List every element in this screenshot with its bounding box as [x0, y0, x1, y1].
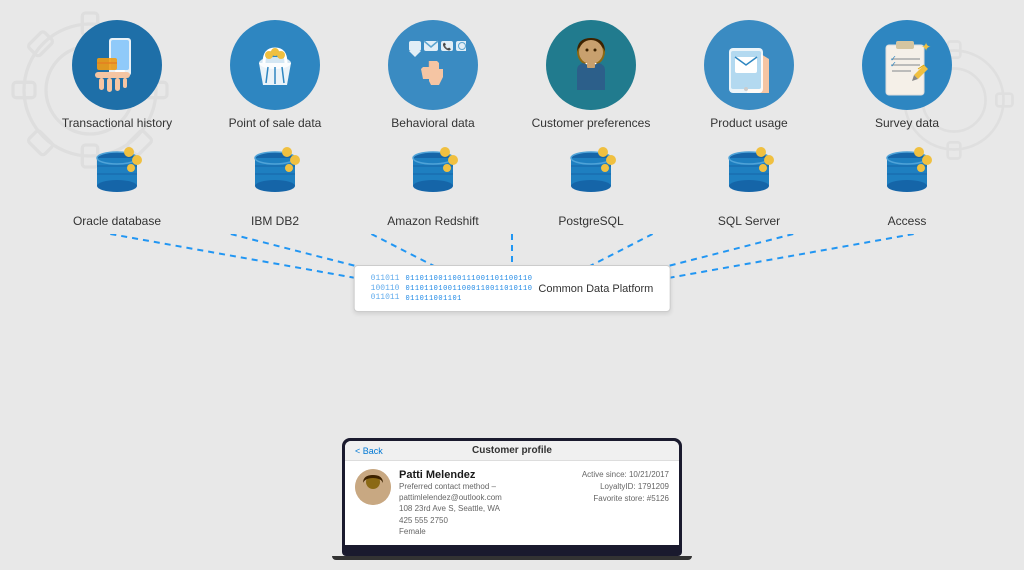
basket-icon [244, 33, 306, 98]
laptop-stand [332, 556, 692, 560]
person-icon [559, 30, 624, 100]
cdp-binary: 011011100110011011 [371, 274, 400, 303]
cdp-binary-row1: 011011001100111001101100110 [405, 275, 532, 283]
laptop-screen-inner: < Back Customer profile Patti Me [345, 441, 679, 545]
tablet-icon [717, 33, 782, 98]
clipboard-icon: ✓ ✓ ✦ [876, 33, 938, 98]
data-sources-row: Transactional history [30, 20, 994, 130]
transactional-icon-circle [72, 20, 162, 110]
oracle-db-icon [87, 144, 147, 202]
avatar [355, 469, 391, 505]
profile-loyalty-id: LoyaltyID: 1791209 [582, 481, 669, 493]
cdp-box: 011011100110011011 011011001100111001101… [354, 265, 671, 312]
access-label: Access [888, 214, 927, 228]
preferences-label: Customer preferences [532, 116, 651, 130]
data-item-product: Product usage [679, 20, 819, 130]
behavioral-icon-circle: 📞 [388, 20, 478, 110]
svg-text:✓: ✓ [890, 60, 897, 69]
sqlserver-db-icon [719, 144, 779, 202]
convergence-area: 011011100110011011 011011001100111001101… [30, 234, 994, 314]
avatar-svg [355, 469, 391, 505]
cdp-binary-row2: 011011010011000110011010110 [405, 285, 532, 293]
postgresql-label: PostgreSQL [558, 214, 623, 228]
laptop-screen: < Back Customer profile Patti Me [342, 438, 682, 548]
profile-active-since: Active since: 10/21/2017 [582, 469, 669, 481]
profile-info: Patti Melendez Preferred contact method … [399, 469, 574, 537]
profile-gender: Female [399, 526, 574, 537]
data-item-preferences: Customer preferences [521, 20, 661, 130]
phone-icon [87, 30, 147, 100]
sqlserver-icon-wrapper [714, 138, 784, 208]
behavioral-label: Behavioral data [391, 116, 474, 130]
survey-icon-circle: ✓ ✓ ✦ [862, 20, 952, 110]
data-item-transactional: Transactional history [47, 20, 187, 130]
db-item-redshift: Amazon Redshift [363, 138, 503, 228]
db-item-ibm: IBM DB2 [205, 138, 345, 228]
pos-icon-circle [230, 20, 320, 110]
oracle-icon-wrapper [82, 138, 152, 208]
redshift-db-icon [403, 144, 463, 202]
profile-name: Patti Melendez [399, 469, 574, 481]
pos-label: Point of sale data [229, 116, 322, 130]
profile-favorite-store: Favorite store: #5126 [582, 493, 669, 505]
cdp-container: 011011100110011011 011011001100111001101… [354, 265, 671, 312]
data-item-behavioral: 📞 Behavioral data [363, 20, 503, 130]
transactional-label: Transactional history [62, 116, 172, 130]
db-item-sqlserver: SQL Server [679, 138, 819, 228]
ibm-label: IBM DB2 [251, 214, 299, 228]
cdp-binary-row3: 011011001101 [405, 295, 532, 303]
access-icon-wrapper [872, 138, 942, 208]
product-icon-circle [704, 20, 794, 110]
database-sources-row: Oracle database IBM DB2 [30, 138, 994, 228]
profile-stats: Active since: 10/21/2017 LoyaltyID: 1791… [582, 469, 669, 505]
profile-header-bar: < Back Customer profile [345, 441, 679, 461]
db-item-oracle: Oracle database [47, 138, 187, 228]
access-db-icon [877, 144, 937, 202]
ibm-icon-wrapper [240, 138, 310, 208]
profile-card-wrapper: < Back Customer profile Patti Me [342, 438, 682, 560]
cdp-label: Common Data Platform [538, 283, 653, 295]
svg-text:✦: ✦ [921, 40, 931, 54]
data-item-pos: Point of sale data [205, 20, 345, 130]
laptop-base [342, 548, 682, 556]
product-label: Product usage [710, 116, 787, 130]
cdp-binary-main: 011011001100111001101100110 011011010011… [405, 275, 532, 303]
data-item-survey: ✓ ✓ ✦ Survey data [837, 20, 977, 130]
redshift-icon-wrapper [398, 138, 468, 208]
db-item-access: Access [837, 138, 977, 228]
oracle-label: Oracle database [73, 214, 161, 228]
db-item-postgresql: PostgreSQL [521, 138, 661, 228]
sqlserver-label: SQL Server [718, 214, 780, 228]
profile-contact: Preferred contact method – pattimlelende… [399, 481, 574, 503]
svg-text:📞: 📞 [442, 42, 451, 51]
back-link[interactable]: < Back [355, 446, 383, 456]
profile-phone: 425 555 2750 [399, 515, 574, 526]
profile-address: 108 23rd Ave S, Seattle, WA [399, 503, 574, 514]
main-container: Transactional history [0, 0, 1024, 570]
hand-touch-icon: 📞 [401, 33, 466, 98]
profile-body: Patti Melendez Preferred contact method … [345, 461, 679, 545]
survey-label: Survey data [875, 116, 939, 130]
redshift-label: Amazon Redshift [387, 214, 478, 228]
postgresql-icon-wrapper [556, 138, 626, 208]
preferences-icon-circle [546, 20, 636, 110]
ibm-db-icon [245, 144, 305, 202]
postgresql-db-icon [561, 144, 621, 202]
profile-title: Customer profile [472, 445, 552, 456]
